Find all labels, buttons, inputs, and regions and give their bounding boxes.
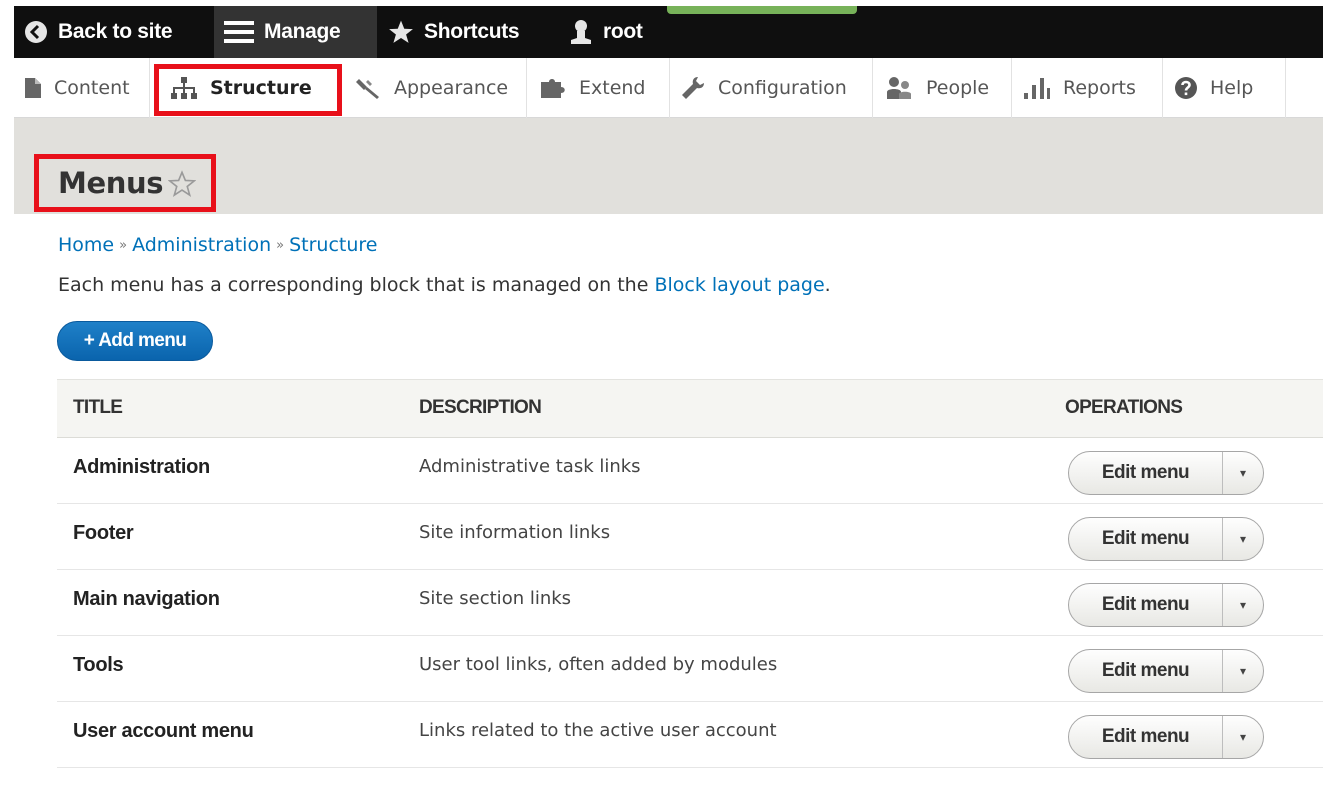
tray-item-extend[interactable]: Extend	[529, 58, 670, 118]
dropbutton-toggle[interactable]: ▾	[1223, 650, 1263, 692]
help-text-suffix: .	[824, 274, 831, 296]
star-icon	[389, 20, 413, 43]
row-description: Links related to the active user account	[419, 720, 777, 741]
tray-label-configuration: Configuration	[718, 77, 847, 99]
caret-down-icon: ▾	[1239, 598, 1247, 612]
tray-item-configuration[interactable]: Configuration	[670, 58, 873, 118]
row-description: Site information links	[419, 522, 611, 543]
table-row: User account menu Links related to the a…	[57, 702, 1323, 768]
admin-page: Back to site Manage Shortcuts root Conte…	[14, 6, 1323, 804]
edit-menu-button[interactable]: Edit menu	[1069, 716, 1223, 758]
row-title: Footer	[73, 522, 134, 544]
menus-table: TITLE DESCRIPTION OPERATIONS Administrat…	[57, 379, 1323, 768]
block-layout-link[interactable]: Block layout page	[654, 274, 824, 296]
breadcrumb-administration[interactable]: Administration	[132, 234, 271, 256]
edit-menu-button[interactable]: Edit menu	[1069, 452, 1223, 494]
chevron-left-circle-icon	[25, 21, 47, 43]
tray-item-content[interactable]: Content	[14, 58, 150, 118]
row-description: User tool links, often added by modules	[419, 654, 778, 675]
user-icon	[571, 20, 591, 44]
operations-dropbutton: Edit menu ▾	[1068, 715, 1264, 759]
toolbar-indicator	[667, 6, 857, 14]
table-row: Administration Administrative task links…	[57, 438, 1323, 504]
paintbrush-icon	[356, 79, 379, 99]
caret-down-icon: ▾	[1239, 466, 1247, 480]
user-tab[interactable]: root	[559, 6, 669, 58]
row-description: Administrative task links	[419, 456, 641, 477]
tray-item-appearance[interactable]: Appearance	[346, 58, 527, 118]
column-header-title[interactable]: TITLE	[73, 397, 123, 419]
table-row: Main navigation Site section links Edit …	[57, 570, 1323, 636]
breadcrumb: Home » Administration » Structure	[58, 234, 377, 256]
manage-tab[interactable]: Manage	[214, 6, 377, 58]
admin-toolbar: Back to site Manage Shortcuts root	[14, 6, 1323, 58]
dropbutton-toggle[interactable]: ▾	[1223, 716, 1263, 758]
operations-dropbutton: Edit menu ▾	[1068, 649, 1264, 693]
people-icon	[887, 77, 911, 99]
edit-menu-button[interactable]: Edit menu	[1069, 650, 1223, 692]
breadcrumb-sep: »	[119, 238, 128, 253]
puzzle-icon	[541, 79, 565, 98]
row-title: User account menu	[73, 720, 254, 742]
breadcrumb-structure[interactable]: Structure	[289, 234, 377, 256]
caret-down-icon: ▾	[1239, 730, 1247, 744]
tray-item-reports[interactable]: Reports	[1013, 58, 1163, 118]
wrench-icon	[682, 77, 704, 99]
operations-dropbutton: Edit menu ▾	[1068, 583, 1264, 627]
highlight-structure	[154, 64, 342, 116]
bar-chart-icon	[1024, 78, 1050, 99]
tray-label-content: Content	[54, 77, 130, 99]
add-menu-button[interactable]: + Add menu	[57, 321, 213, 361]
tray-item-help[interactable]: Help	[1164, 58, 1286, 118]
operations-dropbutton: Edit menu ▾	[1068, 451, 1264, 495]
table-header: TITLE DESCRIPTION OPERATIONS	[57, 379, 1323, 438]
dropbutton-toggle[interactable]: ▾	[1223, 518, 1263, 560]
column-header-description: DESCRIPTION	[419, 397, 542, 418]
help-text-prefix: Each menu has a corresponding block that…	[58, 274, 655, 296]
caret-down-icon: ▾	[1239, 532, 1247, 546]
dropbutton-toggle[interactable]: ▾	[1223, 452, 1263, 494]
document-icon	[25, 78, 41, 98]
row-title: Main navigation	[73, 588, 220, 610]
shortcuts-label: Shortcuts	[424, 20, 520, 43]
row-description: Site section links	[419, 588, 572, 609]
question-icon	[1175, 77, 1197, 99]
edit-menu-button[interactable]: Edit menu	[1069, 584, 1223, 626]
breadcrumb-sep: »	[276, 238, 285, 253]
back-to-site-link[interactable]: Back to site	[14, 6, 210, 58]
tray-label-people: People	[926, 77, 990, 99]
column-header-operations: OPERATIONS	[1065, 397, 1183, 418]
operations-dropbutton: Edit menu ▾	[1068, 517, 1264, 561]
tray-label-extend: Extend	[579, 77, 646, 99]
tray-item-people[interactable]: People	[874, 58, 1012, 118]
help-text: Each menu has a corresponding block that…	[58, 274, 831, 296]
tray-label-appearance: Appearance	[394, 77, 509, 99]
user-label: root	[603, 20, 643, 43]
breadcrumb-home[interactable]: Home	[58, 234, 114, 256]
table-row: Footer Site information links Edit menu …	[57, 504, 1323, 570]
hamburger-icon	[224, 21, 254, 43]
row-title: Administration	[73, 456, 210, 478]
dropbutton-toggle[interactable]: ▾	[1223, 584, 1263, 626]
manage-label: Manage	[264, 20, 341, 43]
tray-label-help: Help	[1210, 77, 1254, 99]
caret-down-icon: ▾	[1239, 664, 1247, 678]
back-to-site-label: Back to site	[58, 20, 173, 43]
tray-label-reports: Reports	[1063, 77, 1136, 99]
row-title: Tools	[73, 654, 124, 676]
edit-menu-button[interactable]: Edit menu	[1069, 518, 1223, 560]
highlight-page-title	[34, 154, 216, 212]
shortcuts-tab[interactable]: Shortcuts	[378, 6, 540, 58]
table-row: Tools User tool links, often added by mo…	[57, 636, 1323, 702]
